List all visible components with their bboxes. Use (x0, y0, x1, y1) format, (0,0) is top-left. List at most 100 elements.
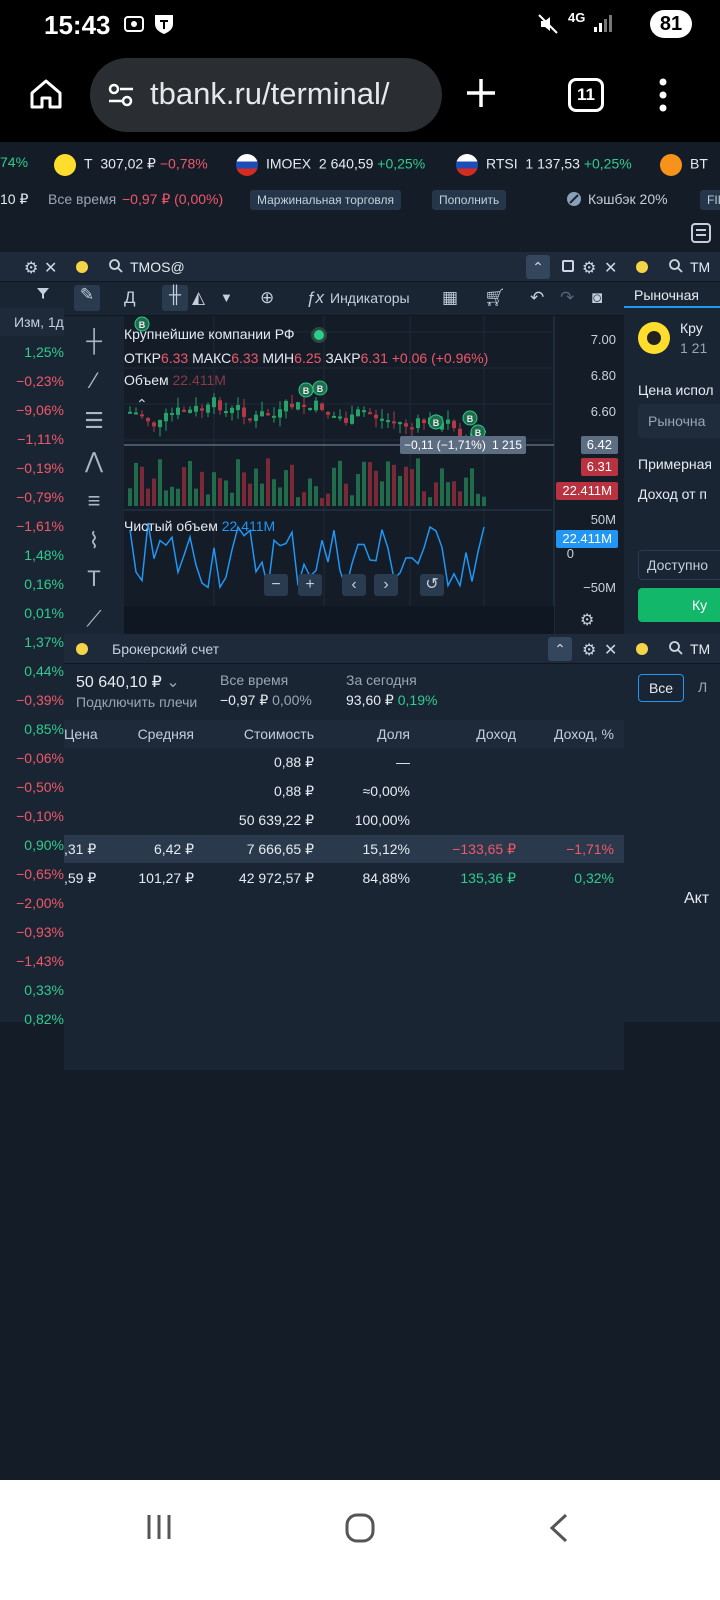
table-row[interactable]: ,31 ₽ 6,42 ₽ 7 666,65 ₽ 15,12% −133,65 ₽ −1,7… (64, 835, 624, 863)
filter-icon[interactable] (36, 286, 50, 305)
recent-apps-icon[interactable] (144, 1512, 174, 1551)
close-icon[interactable]: ✕ (604, 258, 617, 278)
area-chart-icon[interactable]: ◭ (192, 288, 205, 308)
col-value[interactable]: Стоимость (204, 726, 314, 742)
watchlist-change-value[interactable]: 0,82% (24, 1011, 64, 1027)
collapse-icon[interactable]: ⌃ (548, 637, 572, 661)
indicators-button[interactable]: Индикаторы (330, 290, 410, 306)
camera-icon[interactable]: ◙ (592, 288, 602, 308)
tabs-button[interactable]: 11 (568, 78, 604, 112)
watchlist-change-value[interactable]: −0,23% (16, 373, 64, 389)
ticker-item-btc[interactable]: BT (660, 154, 708, 176)
search-icon[interactable] (668, 258, 684, 277)
ticker-item-rtsi[interactable]: RTSI 1 137,53 +0,25% (456, 154, 632, 176)
watchlist-change-value[interactable]: 1,37% (24, 634, 64, 650)
col-income-pct[interactable]: Доход, % (526, 726, 614, 742)
watchlist-change-value[interactable]: 0,01% (24, 605, 64, 621)
col-price[interactable]: Цена (64, 726, 98, 742)
watchlist-change-value[interactable]: 0,16% (24, 576, 64, 592)
scroll-right-button[interactable]: › (374, 574, 398, 596)
back-icon[interactable] (548, 1512, 570, 1553)
brush-icon[interactable]: ⌇ (80, 528, 108, 556)
close-icon[interactable]: ✕ (604, 640, 617, 660)
close-icon[interactable]: ✕ (44, 258, 57, 278)
watchlist-change-value[interactable]: −1,11% (17, 431, 64, 447)
leverage-link[interactable]: Подключить плечи (76, 694, 197, 710)
undo-icon[interactable]: ↶ (530, 288, 544, 308)
horizontal-lines-icon[interactable]: ☰ (80, 408, 108, 436)
site-settings-icon[interactable] (106, 80, 136, 115)
maximize-icon[interactable] (562, 260, 574, 272)
text-tool-icon[interactable]: T (80, 566, 108, 594)
change-column-header[interactable]: Изм, 1д (0, 308, 64, 336)
search-icon[interactable] (108, 258, 124, 277)
tab-market[interactable]: Рыночная (624, 282, 720, 308)
reset-chart-button[interactable]: ↺ (420, 574, 444, 596)
watchlist-change-value[interactable]: −2,00% (16, 895, 64, 911)
zoom-out-button[interactable]: − (264, 574, 288, 596)
watchlist-change-value[interactable]: −1,61% (16, 518, 64, 534)
watchlist-change-value[interactable]: −0,10% (16, 808, 64, 824)
candles-icon[interactable]: ╫ (162, 285, 188, 311)
url-bar[interactable]: tbank.ru/terminal/ (90, 58, 442, 132)
ruler-icon[interactable]: ⟋ (80, 606, 108, 634)
table-row[interactable]: 0,88 ₽ — (64, 748, 624, 776)
watchlist-change-value[interactable]: −0,19% (16, 460, 64, 476)
link-color-dot[interactable] (76, 261, 88, 273)
watchlist-change-value[interactable]: −0,39% (16, 692, 64, 708)
table-row[interactable]: 0,88 ₽ ≈0,00% (64, 777, 624, 805)
col-share[interactable]: Доля (324, 726, 410, 742)
link-color-dot[interactable] (636, 261, 648, 273)
filter-all-button[interactable]: Все (638, 674, 684, 702)
settings-icon[interactable]: ⚙ (582, 258, 596, 278)
more-menu-icon[interactable] (658, 78, 668, 117)
available-field[interactable]: Доступно (638, 550, 720, 580)
account-total[interactable]: 50 640,10 ₽ ⌄ (76, 672, 180, 692)
home-icon[interactable] (28, 76, 64, 117)
layout-icon[interactable] (690, 222, 712, 249)
fibonacci-icon[interactable]: ≡ (80, 488, 108, 516)
watchlist-change-value[interactable]: −0,79% (16, 489, 64, 505)
watchlist-change-value[interactable]: −0,06% (16, 750, 64, 766)
watchlist-change-value[interactable]: −1,43% (16, 953, 64, 969)
new-tab-icon[interactable] (464, 76, 498, 115)
margin-trading-button[interactable]: Маржинальная торговля (250, 190, 401, 210)
watchlist-change-value[interactable]: 1,48% (24, 547, 64, 563)
price-input[interactable]: Рыночна (638, 404, 720, 438)
watchlist-change-value[interactable]: −0,65% (16, 866, 64, 882)
watchlist-change-value[interactable]: −9,06% (16, 402, 64, 418)
cashback-label[interactable]: Кэшбэк 20% (588, 191, 668, 207)
home-nav-icon[interactable] (344, 1512, 376, 1553)
table-row[interactable]: 50 639,22 ₽ 100,00% (64, 806, 624, 834)
order-ticker[interactable]: TM (690, 259, 710, 275)
col-avg[interactable]: Средняя (104, 726, 194, 742)
settings-icon[interactable]: ⚙ (24, 258, 38, 278)
ticker-item-imoex[interactable]: IMOEX 2 640,59 +0,25% (236, 154, 425, 176)
ticker-item-t[interactable]: T 307,02 ₽ −0,78% (54, 154, 208, 176)
chart-settings-icon[interactable]: ⚙ (580, 610, 594, 630)
table-row[interactable]: ,59 ₽ 101,27 ₽ 42 972,57 ₽ 84,88% 135,36 ₽ 0,… (64, 864, 624, 892)
watchlist-change-value[interactable]: 0,44% (24, 663, 64, 679)
search-icon[interactable] (668, 640, 684, 659)
line-tool-icon[interactable]: ⁄ (80, 368, 108, 396)
pattern-tool-icon[interactable]: ⋀ (80, 448, 108, 476)
watchlist-change-value[interactable]: 0,90% (24, 837, 64, 853)
buy-button[interactable]: Ку (638, 588, 720, 622)
cart-icon[interactable]: 🛒︎ (484, 288, 506, 308)
watchlist-change-value[interactable]: 0,33% (24, 982, 64, 998)
chart-ticker[interactable]: TMOS@ (130, 259, 185, 275)
col-income[interactable]: Доход (420, 726, 516, 742)
scroll-left-button[interactable]: ‹ (342, 574, 366, 596)
orders-ticker[interactable]: TM (690, 641, 710, 657)
link-color-dot[interactable] (636, 643, 648, 655)
watchlist-change-value[interactable]: −0,93% (16, 924, 64, 940)
filter-cut-button[interactable]: Л (698, 679, 707, 695)
add-icon[interactable]: ⊕ (260, 288, 274, 308)
topup-button[interactable]: Пополнить (432, 190, 507, 210)
watchlist-change-value[interactable]: −0,50% (16, 779, 64, 795)
watchlist-change-value[interactable]: 0,85% (24, 721, 64, 737)
redo-icon[interactable]: ↷ (560, 288, 574, 308)
watchlist-change-value[interactable]: 1,25% (24, 344, 64, 360)
link-color-dot[interactable] (76, 643, 88, 655)
crosshair-icon[interactable]: ┼ (80, 328, 108, 356)
